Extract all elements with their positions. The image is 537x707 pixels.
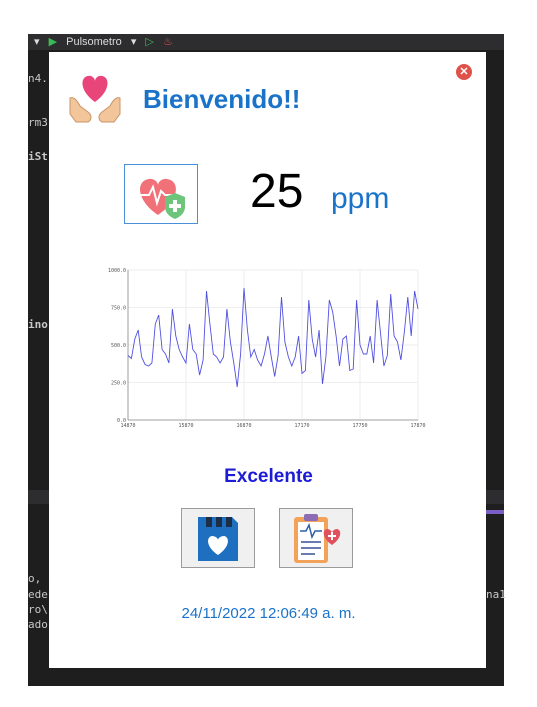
dropdown-icon[interactable]: ▾	[131, 34, 137, 50]
page-title: Bienvenido!!	[143, 84, 301, 114]
run-target[interactable]: Pulsometro	[66, 34, 122, 50]
report-button[interactable]	[279, 508, 353, 568]
save-button[interactable]	[181, 508, 255, 568]
x-tick-label: 14870	[120, 423, 135, 429]
menu-icon[interactable]: ▾	[34, 34, 40, 50]
x-tick-label: 17750	[352, 423, 367, 429]
y-tick-label: 500.0	[111, 343, 126, 349]
y-tick-label: 1000.0	[108, 268, 126, 274]
x-tick-label: 15870	[178, 423, 193, 429]
ide-output-line: ede	[28, 588, 48, 601]
ide-side-label: rm3	[28, 116, 48, 129]
hands-heart-icon	[66, 68, 124, 126]
pulse-chart: 0.0 250.0 500.0 750.0 1000.0 14870 15870 16870 1…	[108, 262, 428, 432]
run-icon[interactable]: ▶	[49, 34, 57, 50]
run-without-debug-icon[interactable]: ▷	[145, 34, 153, 50]
status-label: Excelente	[224, 466, 313, 487]
ide-side-label: iSt	[28, 150, 48, 163]
close-button[interactable]: ✕	[456, 64, 472, 80]
clipboard-medical-icon	[294, 514, 341, 563]
series-line	[127, 287, 419, 388]
x-tick-label: 16870	[236, 423, 251, 429]
save-disk-heart-icon	[198, 517, 238, 561]
heart-rate-button[interactable]	[124, 164, 198, 224]
y-tick-label: 250.0	[111, 381, 126, 387]
timestamp: 24/11/2022 12:06:49 a. m.	[181, 605, 356, 622]
ide-side-label: ino	[28, 318, 48, 331]
bpm-unit: ppm	[331, 182, 390, 215]
close-icon: ✕	[459, 66, 469, 78]
heart-rate-shield-icon	[139, 178, 185, 219]
hot-reload-icon[interactable]: ♨	[163, 34, 173, 50]
y-tick-label: 750.0	[111, 306, 126, 312]
ide-progress-bar	[486, 510, 504, 514]
x-tick-label: 17870	[410, 423, 425, 429]
x-tick-label: 17170	[294, 423, 309, 429]
bpm-value: 25	[250, 165, 304, 218]
ide-toolbar: ▾ ▶ Pulsometro ▾ ▷ ♨	[28, 34, 504, 50]
ide-output-fragment: na1	[486, 588, 506, 601]
